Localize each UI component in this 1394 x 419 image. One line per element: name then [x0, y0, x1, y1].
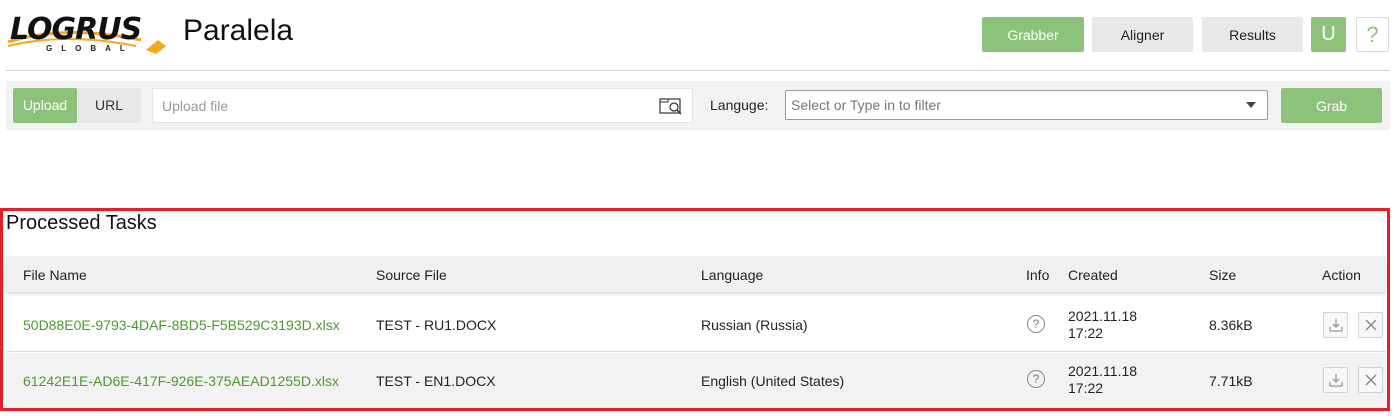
- column-header-language[interactable]: Language: [701, 267, 763, 283]
- created-time: 17:22: [1068, 325, 1104, 341]
- user-avatar-button[interactable]: U: [1311, 17, 1346, 52]
- created-cell: 2021.11.18 17:22: [1068, 363, 1137, 397]
- app-header: LOGRUS GLOBAL Paralela Grabber Aligner R…: [0, 0, 1394, 70]
- close-icon: [1365, 319, 1377, 331]
- table-header: File Name Source File Language Info Crea…: [6, 256, 1386, 292]
- language-select[interactable]: [785, 90, 1268, 120]
- language-cell: English (United States): [701, 373, 845, 389]
- download-icon: [1329, 374, 1343, 387]
- language-filter-input[interactable]: [786, 91, 1226, 119]
- app-title: Paralela: [183, 14, 294, 47]
- created-date: 2021.11.18: [1068, 363, 1138, 379]
- info-icon[interactable]: ?: [1027, 370, 1045, 388]
- column-header-action: Action: [1322, 267, 1361, 283]
- logrus-logo[interactable]: LOGRUS GLOBAL: [6, 10, 171, 60]
- source-file-cell: TEST - RU1.DOCX: [376, 317, 497, 333]
- created-time: 17:22: [1068, 380, 1104, 396]
- language-label: Languge:: [710, 97, 769, 113]
- source-file-cell: TEST - EN1.DOCX: [376, 373, 496, 389]
- download-icon: [1329, 319, 1343, 332]
- download-button[interactable]: [1323, 312, 1348, 338]
- grab-button[interactable]: Grab: [1281, 88, 1382, 123]
- download-button[interactable]: [1323, 367, 1348, 393]
- header-divider: [6, 70, 1390, 71]
- size-cell: 8.36kB: [1209, 317, 1253, 333]
- delete-button[interactable]: [1358, 367, 1383, 393]
- nav-results-button[interactable]: Results: [1202, 17, 1303, 52]
- column-header-file-name[interactable]: File Name: [23, 267, 87, 283]
- logo-text: LOGRUS: [10, 12, 142, 47]
- nav-grabber-button[interactable]: Grabber: [982, 17, 1084, 52]
- language-cell: Russian (Russia): [701, 317, 808, 333]
- delete-button[interactable]: [1358, 312, 1383, 338]
- tab-upload[interactable]: Upload: [13, 88, 77, 123]
- column-header-size[interactable]: Size: [1209, 267, 1236, 283]
- size-cell: 7.71kB: [1209, 373, 1253, 389]
- created-date: 2021.11.18: [1068, 308, 1138, 324]
- table-row: 61242E1E-AD6E-417F-926E-375AEAD1255D.xls…: [6, 353, 1386, 408]
- upload-file-field[interactable]: [152, 88, 693, 123]
- chevron-down-icon[interactable]: [1246, 102, 1256, 108]
- upload-file-input[interactable]: [153, 89, 643, 122]
- table-row: 50D88E0E-9793-4DAF-8BD5-F5B529C3193D.xls…: [6, 297, 1386, 352]
- browse-file-icon[interactable]: [659, 97, 683, 115]
- column-header-info: Info: [1026, 267, 1050, 283]
- close-icon: [1365, 374, 1377, 386]
- file-name-link[interactable]: 61242E1E-AD6E-417F-926E-375AEAD1255D.xls…: [23, 373, 339, 389]
- tab-url[interactable]: URL: [77, 88, 141, 123]
- file-name-link[interactable]: 50D88E0E-9793-4DAF-8BD5-F5B529C3193D.xls…: [23, 317, 340, 333]
- grab-toolbar: Upload URL Languge: Grab: [6, 81, 1390, 130]
- help-button[interactable]: ?: [1356, 17, 1389, 52]
- processed-tasks-title: Processed Tasks: [6, 212, 157, 234]
- nav-aligner-button[interactable]: Aligner: [1092, 17, 1193, 52]
- info-icon[interactable]: ?: [1027, 315, 1045, 333]
- column-header-created[interactable]: Created: [1068, 267, 1118, 283]
- logo-subtext: GLOBAL: [46, 44, 134, 53]
- created-cell: 2021.11.18 17:22: [1068, 308, 1137, 342]
- column-header-source-file[interactable]: Source File: [376, 267, 447, 283]
